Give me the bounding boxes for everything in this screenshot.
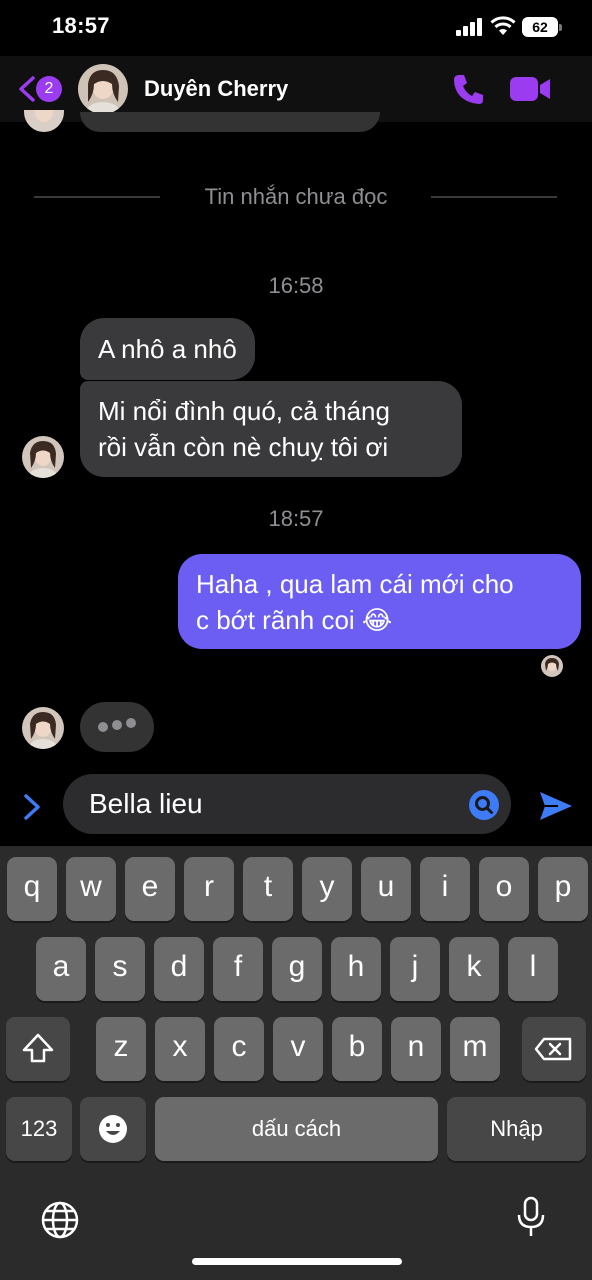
- message-text-line: Mi nổi đình quó, cả tháng: [98, 396, 390, 426]
- back-chevron-icon: [19, 76, 35, 102]
- emoji-icon: [99, 1115, 127, 1143]
- key-g[interactable]: g: [272, 937, 322, 1001]
- key-n[interactable]: n: [391, 1017, 441, 1081]
- key-p[interactable]: p: [538, 857, 588, 921]
- keyboard: qwertyuiop asdfghjkl zxcvbnm 123 dấu các…: [0, 846, 592, 1280]
- incoming-message-bubble[interactable]: A nhô a nhô: [80, 318, 255, 380]
- divider-line-right: [431, 196, 557, 198]
- key-a[interactable]: a: [36, 937, 86, 1001]
- status-bar: 18:57 62: [0, 0, 592, 56]
- key-f[interactable]: f: [213, 937, 263, 1001]
- typing-dot: [112, 720, 122, 730]
- emoji-key[interactable]: [80, 1097, 146, 1161]
- key-b[interactable]: b: [332, 1017, 382, 1081]
- typing-indicator: [80, 702, 154, 752]
- shift-icon: [22, 1033, 54, 1063]
- return-key[interactable]: Nhập: [447, 1097, 586, 1161]
- key-t[interactable]: t: [243, 857, 293, 921]
- message-timestamp: 18:57: [268, 506, 324, 531]
- key-d[interactable]: d: [154, 937, 204, 1001]
- key-c[interactable]: c: [214, 1017, 264, 1081]
- message-text-line: c bớt rãnh coi 😂: [196, 605, 393, 635]
- message-input[interactable]: Bella lieu: [63, 774, 511, 834]
- typing-dot: [98, 722, 108, 732]
- typing-dot: [126, 718, 136, 728]
- key-q[interactable]: q: [7, 857, 57, 921]
- search-icon: [475, 796, 493, 814]
- key-r[interactable]: r: [184, 857, 234, 921]
- backspace-icon: [534, 1037, 572, 1061]
- send-icon[interactable]: [538, 788, 574, 824]
- message-timestamp: 16:58: [268, 273, 324, 298]
- battery-tip: [559, 24, 562, 31]
- contact-avatar-small[interactable]: [22, 707, 64, 749]
- incoming-message-bubble[interactable]: Mi nổi đình quó, cả tháng rồi vẫn còn nè…: [80, 381, 462, 477]
- key-j[interactable]: j: [390, 937, 440, 1001]
- numbers-key[interactable]: 123: [6, 1097, 72, 1161]
- key-i[interactable]: i: [420, 857, 470, 921]
- backspace-key[interactable]: [522, 1017, 586, 1081]
- search-button[interactable]: [469, 790, 499, 820]
- key-e[interactable]: e: [125, 857, 175, 921]
- message-text-line: rồi vẫn còn nè chuỵ tôi ơi: [98, 432, 389, 462]
- contact-name[interactable]: Duyên Cherry: [144, 76, 288, 102]
- key-l[interactable]: l: [508, 937, 558, 1001]
- cellular-signal-icon: [456, 18, 482, 36]
- key-z[interactable]: z: [96, 1017, 146, 1081]
- key-o[interactable]: o: [479, 857, 529, 921]
- key-v[interactable]: v: [273, 1017, 323, 1081]
- home-indicator: [192, 1258, 402, 1265]
- message-text-line: Haha , qua lam cái mới cho: [196, 569, 514, 599]
- key-s[interactable]: s: [95, 937, 145, 1001]
- contact-avatar-small[interactable]: [22, 436, 64, 478]
- back-button[interactable]: 2: [16, 73, 66, 105]
- contact-avatar[interactable]: [78, 64, 128, 114]
- message-input-value: Bella lieu: [89, 788, 203, 819]
- battery-indicator: 62: [522, 17, 558, 37]
- unread-count-badge: 2: [36, 76, 62, 102]
- previous-message-bubble: [80, 112, 380, 132]
- microphone-icon[interactable]: [516, 1196, 546, 1238]
- key-m[interactable]: m: [450, 1017, 500, 1081]
- globe-icon[interactable]: [40, 1200, 80, 1240]
- key-h[interactable]: h: [331, 937, 381, 1001]
- outgoing-message-bubble[interactable]: Haha , qua lam cái mới cho c bớt rãnh co…: [178, 554, 581, 649]
- video-camera-icon[interactable]: [510, 74, 552, 104]
- wifi-icon: [490, 16, 516, 35]
- key-w[interactable]: w: [66, 857, 116, 921]
- shift-key[interactable]: [6, 1017, 70, 1081]
- read-receipt-avatar: [541, 655, 563, 677]
- message-composer: Bella lieu: [0, 770, 592, 844]
- message-text: A nhô a nhô: [98, 334, 237, 364]
- status-time: 18:57: [52, 13, 110, 38]
- key-k[interactable]: k: [449, 937, 499, 1001]
- phone-icon[interactable]: [452, 72, 486, 106]
- contact-avatar-small: [24, 110, 64, 132]
- key-y[interactable]: y: [302, 857, 352, 921]
- expand-chevron-icon[interactable]: [20, 790, 44, 824]
- key-u[interactable]: u: [361, 857, 411, 921]
- key-x[interactable]: x: [155, 1017, 205, 1081]
- space-key[interactable]: dấu cách: [155, 1097, 438, 1161]
